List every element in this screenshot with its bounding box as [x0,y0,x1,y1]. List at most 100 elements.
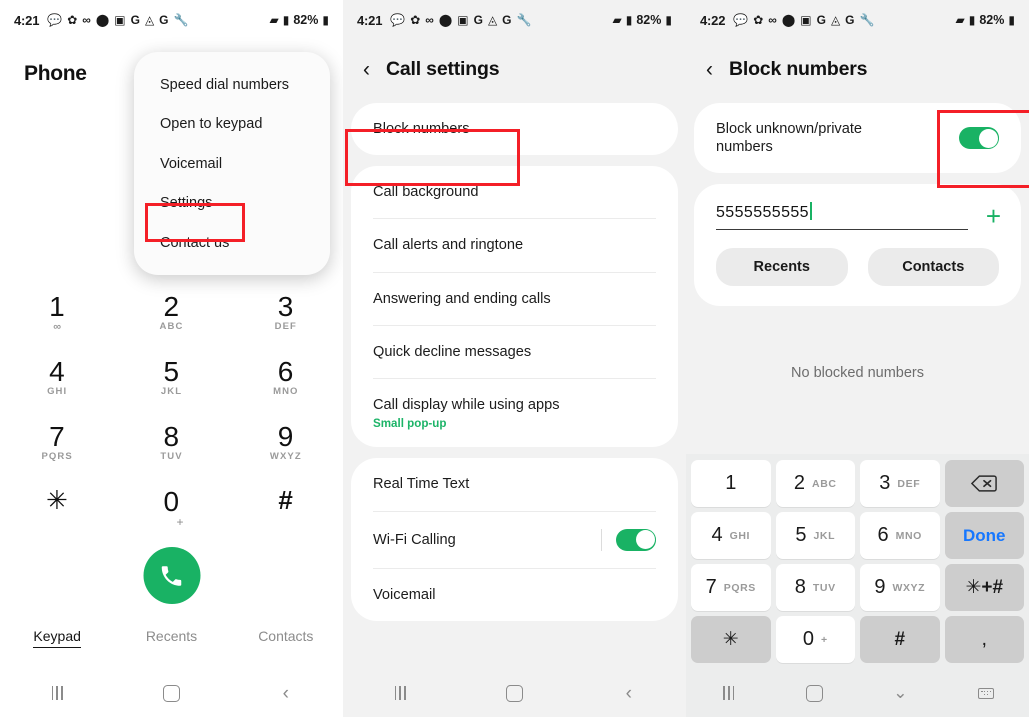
backspace-icon [971,475,998,492]
nav-home-button[interactable] [114,684,228,702]
contacts-chip[interactable]: Contacts [867,248,999,287]
settings-item-real-time-text[interactable]: Real Time Text [351,458,678,510]
dialpad-key-digit: 9 [277,421,294,452]
nav-back-button[interactable]: ‹ [572,684,686,703]
key-star[interactable]: ✳ [691,616,771,663]
dialpad-key-5[interactable]: 5 JKL [114,355,228,420]
key-digit: ✳+# [965,577,1004,598]
call-button[interactable] [143,547,200,604]
recents-chip[interactable]: Recents [716,248,848,287]
message-icon: 💬 [390,13,406,27]
message-icon: 💬 [733,13,749,27]
key-hash[interactable]: # [860,616,940,663]
settings-item-block-numbers[interactable]: Block numbers [351,103,678,155]
gear-icon: ✿ [410,13,421,27]
key-letters: GHI [729,529,751,542]
dialpad-key-digit: 3 [277,291,294,322]
wifi-calling-toggle[interactable] [616,528,656,551]
dialpad-key-letters: + [176,515,185,530]
vertical-divider [601,528,602,551]
system-navigation-bar: ⌄ [686,669,1029,717]
nav-hide-keyboard-button[interactable]: ⌄ [858,683,944,703]
key-2[interactable]: 2 ABC [775,460,855,507]
key-6[interactable]: 6 MNO [860,512,940,559]
status-bar: 4:21 💬 ✿ ∞ ⬤ ▣ G ◬ G 🔧 ▰ ▮ 82% ▮ [343,0,686,40]
battery-icon: ▮ [322,13,329,27]
dialpad-key-star[interactable]: ✳ [0,485,114,550]
key-digit: 0 [802,628,814,650]
key-8[interactable]: 8 TUV [775,564,855,611]
key-3[interactable]: 3 DEF [860,460,940,507]
key-0[interactable]: 0 + [775,616,855,663]
nav-home-button[interactable] [457,684,571,702]
wrench-icon: 🔧 [173,13,189,27]
key-digit: 4 [711,524,723,546]
home-icon [505,684,523,702]
bottom-tabs: Keypad Recents Contacts [0,628,343,648]
dialpad-key-1[interactable]: 1 ∞ [0,290,114,355]
key-4[interactable]: 4 GHI [691,512,771,559]
tab-keypad[interactable]: Keypad [0,628,114,648]
key-9[interactable]: 9 WXYZ [860,564,940,611]
block-unknown-toggle[interactable] [959,127,999,150]
menu-item-speed-dial[interactable]: Speed dial numbers [134,66,330,105]
settings-item-wifi-calling[interactable]: Wi-Fi Calling [351,512,678,568]
back-button[interactable]: ‹ [706,59,713,80]
nav-recents-button[interactable] [0,686,114,700]
plus-icon[interactable]: + [986,203,1001,229]
page-title: Block numbers [729,58,868,80]
settings-item-call-alerts[interactable]: Call alerts and ringtone [351,219,678,271]
key-comma[interactable]: , [944,616,1024,663]
settings-item-quick-decline[interactable]: Quick decline messages [351,326,678,378]
dialpad-key-4[interactable]: 4 GHI [0,355,114,420]
phone-number-input[interactable]: 5555555555 [716,202,968,231]
dialpad-key-hash[interactable]: # [229,485,343,550]
dialpad-key-8[interactable]: 8 TUV [114,420,228,485]
wifi-icon: ▰ [612,13,622,27]
key-letters: + [820,633,828,646]
dialpad-key-9[interactable]: 9 WXYZ [229,420,343,485]
menu-item-settings[interactable]: Settings [134,184,330,223]
recents-icon [723,686,735,700]
nav-recents-button[interactable] [343,686,457,700]
nav-recents-button[interactable] [686,686,772,700]
settings-item-voicemail[interactable]: Voicemail [351,569,678,621]
key-digit: 3 [879,472,891,494]
dialpad-key-letters: PQRS [41,451,73,463]
dialpad-key-2[interactable]: 2 ABC [114,290,228,355]
recents-icon [51,686,63,700]
settings-item-label: Answering and ending calls [373,290,551,307]
key-symbols[interactable]: ✳+# [944,564,1024,611]
key-1[interactable]: 1 [691,460,771,507]
nav-keyboard-button[interactable] [943,687,1029,699]
nav-home-button[interactable] [772,684,858,702]
menu-item-voicemail[interactable]: Voicemail [134,145,330,184]
key-5[interactable]: 5 JKL [775,512,855,559]
block-unknown-card: Block unknown/private numbers [694,103,1021,174]
dialpad-key-0[interactable]: 0 + [114,485,228,550]
battery-percent: 82% [293,13,319,27]
dialpad-key-3[interactable]: 3 DEF [229,290,343,355]
dialpad-key-6[interactable]: 6 MNO [229,355,343,420]
wrench-icon: 🔧 [516,13,532,27]
nav-back-button[interactable]: ‹ [229,684,343,703]
tab-contacts[interactable]: Contacts [229,628,343,644]
tab-recents[interactable]: Recents [114,628,228,644]
settings-item-block-unknown[interactable]: Block unknown/private numbers [694,103,1021,173]
call-icon [161,565,182,586]
settings-item-answering-ending[interactable]: Answering and ending calls [351,273,678,325]
dialpad-key-7[interactable]: 7 PQRS [0,420,114,485]
menu-item-open-to-keypad[interactable]: Open to keypad [134,105,330,144]
home-icon [806,684,824,702]
settings-item-call-background[interactable]: Call background [351,166,678,218]
key-backspace[interactable] [944,460,1024,507]
back-button[interactable]: ‹ [363,59,370,80]
toggle-knob [978,128,998,148]
key-7[interactable]: 7 PQRS [691,564,771,611]
key-done[interactable]: Done [944,512,1024,559]
settings-item-call-display[interactable]: Call display while using apps Small pop-… [351,379,678,447]
menu-item-contact-us[interactable]: Contact us [134,224,330,263]
status-time: 4:21 [357,12,383,28]
overflow-menu: Speed dial numbers Open to keypad Voicem… [134,52,330,275]
key-letters: WXYZ [892,581,926,594]
